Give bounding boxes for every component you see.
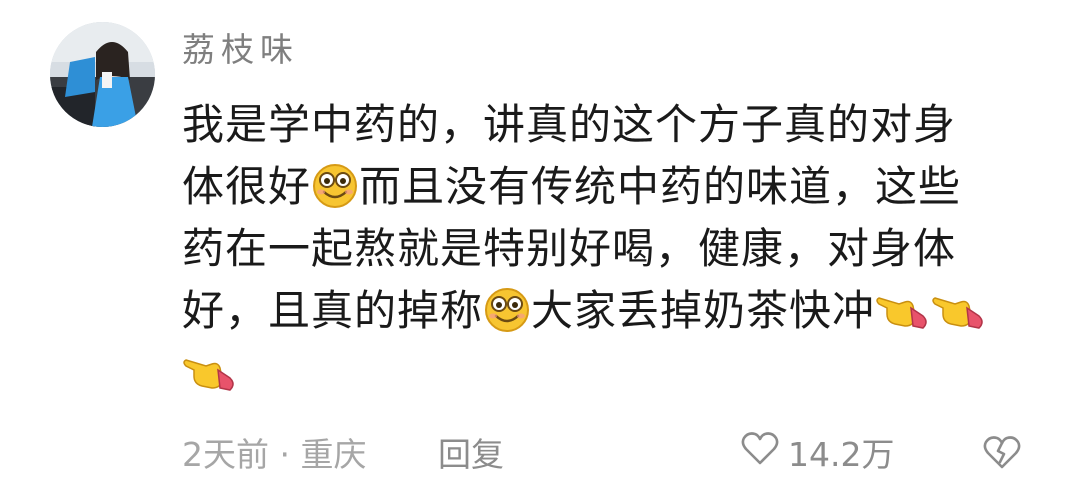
smile-emoji <box>311 162 359 210</box>
comment-text: 大家丢掉奶茶快冲 <box>531 286 876 335</box>
avatar[interactable] <box>50 22 155 127</box>
comment-body: 我是学中药的，讲真的这个方子真的对身 体很好 而且没有传统中药的味道，这些 药在… <box>182 94 1042 404</box>
point-right-emoji <box>875 286 931 334</box>
comment-footer: 2天前 · 重庆 回复 14.2万 <box>182 430 1040 480</box>
comment-text: 体很好 <box>182 162 312 211</box>
like-button[interactable]: 14.2万 <box>740 430 894 480</box>
smile-emoji <box>483 286 531 334</box>
comment-line <box>182 342 1042 404</box>
comment-line: 我是学中药的，讲真的这个方子真的对身 <box>182 94 1042 156</box>
username[interactable]: 荔枝味 <box>182 28 299 72</box>
comment-text: 我是学中药的，讲真的这个方子真的对身 <box>182 100 957 149</box>
comment-text: 药在一起熬就是特别好喝，健康，对身体 <box>182 224 957 273</box>
heart-icon <box>740 430 780 480</box>
comment-line: 体很好 而且没有传统中药的味道，这些 <box>182 156 1042 218</box>
comment-line: 好，且真的掉称 大家丢掉奶茶快冲 <box>182 280 1042 342</box>
point-right-emoji <box>182 348 238 396</box>
dislike-button[interactable] <box>982 434 1022 484</box>
comment-item: 荔枝味 我是学中药的，讲真的这个方子真的对身 体很好 而且没有传统中药的味道，这… <box>0 0 1080 487</box>
comment-text: 而且没有传统中药的味道，这些 <box>359 162 962 211</box>
avatar-image <box>50 22 155 127</box>
reply-button[interactable]: 回复 <box>438 430 504 480</box>
comment-time: 2天前 <box>182 435 269 474</box>
meta-separator: · <box>279 435 291 474</box>
broken-heart-icon <box>982 436 1022 478</box>
comment-meta: 2天前 · 重庆 <box>182 430 367 480</box>
comment-text: 好，且真的掉称 <box>182 286 484 335</box>
comment-location: 重庆 <box>300 435 367 474</box>
comment-line: 药在一起熬就是特别好喝，健康，对身体 <box>182 218 1042 280</box>
like-count: 14.2万 <box>788 435 895 474</box>
point-right-emoji <box>931 286 987 334</box>
